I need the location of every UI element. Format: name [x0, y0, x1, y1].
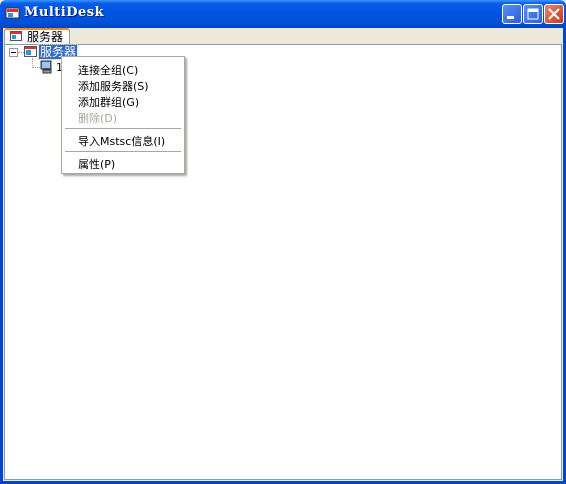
menu-item-add-server[interactable]: 添加服务器(S)	[78, 78, 149, 94]
maximize-icon	[527, 8, 539, 20]
tab-servers[interactable]: 服务器	[4, 28, 71, 45]
minimize-button[interactable]	[502, 4, 522, 24]
tab-strip	[3, 28, 563, 45]
title-bar[interactable]: MultiDesk	[0, 0, 566, 28]
server-group-icon	[24, 46, 37, 57]
context-menu: 连接全组(C) 添加服务器(S) 添加群组(G) 删除(D) 导入Mstsc信息…	[61, 56, 185, 174]
menu-item-import-mstsc[interactable]: 导入Mstsc信息(I)	[78, 133, 165, 149]
maximize-button[interactable]	[523, 4, 543, 24]
menu-item-properties[interactable]: 属性(P)	[78, 156, 115, 172]
menu-item-delete: 删除(D)	[78, 112, 118, 125]
window-title: MultiDesk	[24, 5, 105, 20]
computer-icon	[40, 60, 52, 74]
server-group-icon	[10, 31, 22, 41]
menu-item-add-group[interactable]: 添加群组(G)	[78, 94, 139, 110]
app-icon	[5, 7, 20, 19]
close-icon	[548, 8, 560, 20]
menu-separator	[65, 151, 181, 152]
tree-line	[32, 67, 40, 68]
tree-collapse-toggle[interactable]	[9, 48, 18, 57]
menu-item-connect-all[interactable]: 连接全组(C)	[78, 62, 138, 78]
menu-separator	[65, 128, 181, 129]
minimize-icon	[507, 16, 514, 19]
tab-label: 服务器	[27, 30, 64, 44]
close-button[interactable]	[544, 4, 564, 24]
window-border-left	[0, 28, 3, 484]
app-window: MultiDesk 服务器 服务器 1 连接全组(C) 添加服务器(S) 添加群…	[0, 0, 566, 484]
